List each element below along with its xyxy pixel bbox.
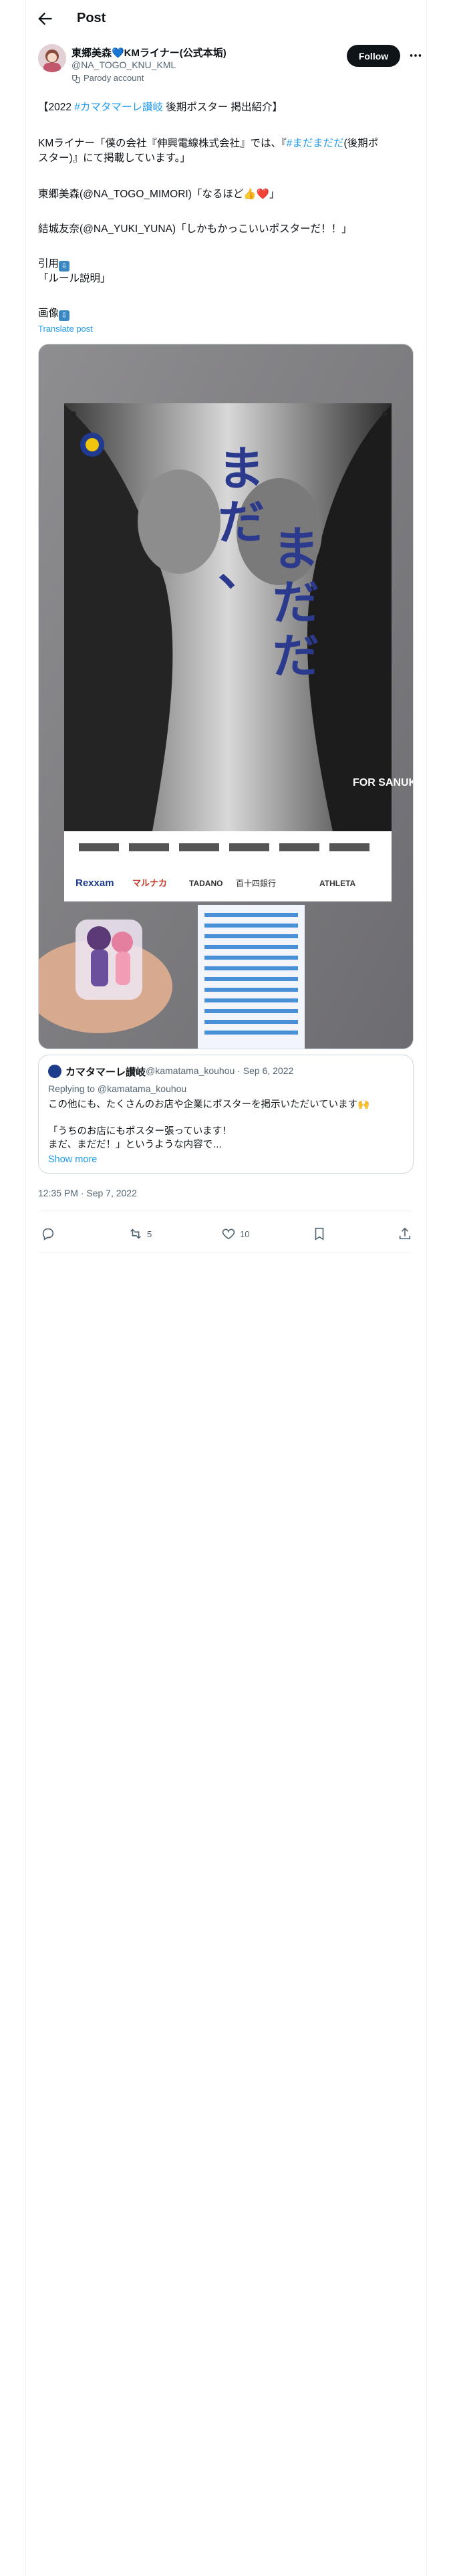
parody-badge: Parody account [71,73,144,84]
sponsor-strip [64,831,392,901]
theater-masks-icon [72,74,80,83]
divider-top [38,1210,412,1211]
reply-icon [42,1228,54,1241]
line1-prefix: 【2022 [38,102,75,113]
quoted-handle[interactable]: @kamatama_kouhou [146,1065,235,1076]
translate-post-link[interactable]: Translate post [38,324,93,334]
line2-prefix: KMライナー「僕の会社『伸興電線株式会社』では、『 [38,138,287,149]
poster-photo: まだ、 まだだ FOR SANUKI Rexxam マルナカ TADANO 百十… [39,344,413,1049]
poster-vertical-label: FOR SANUKI [353,777,413,788]
parody-label: Parody account [84,73,144,83]
quoted-post[interactable]: カマタマーレ讃岐 @kamatama_kouhou · Sep 6, 2022 … [38,1055,414,1174]
action-bar: 5 10 [26,1218,426,1251]
post-line-6: 引用 ⇩ [38,257,412,272]
quoted-date: Sep 6, 2022 [243,1065,294,1076]
post-line-4: 東郷美森(@NA_TOGO_MIMORI)「なるほど👍❤️」 [38,189,280,200]
post-line-3: スター)』にて掲載しています。」 [38,152,190,164]
share-icon [399,1227,411,1240]
bookmark-button[interactable] [312,1226,327,1241]
svg-text:ATHLETA: ATHLETA [319,879,356,888]
author-name[interactable]: 東郷美森💙KMライナー(公式本垢) [71,45,227,60]
more-options-icon[interactable] [408,48,423,63]
page-title: Post [77,11,106,25]
image-label: 画像 [38,308,59,319]
divider-bottom [38,1252,412,1253]
show-more-link[interactable]: Show more [48,1154,97,1165]
replying-to: Replying to @kamatama_kouhou [48,1083,187,1094]
author-handle[interactable]: @NA_TOGO_KNU_KML [71,60,176,70]
svg-text:Rexxam: Rexxam [76,877,114,889]
like-button[interactable]: 10 [221,1226,249,1241]
back-arrow-icon[interactable] [35,9,54,28]
quote-label: 引用 [38,258,59,270]
repost-count: 5 [147,1228,152,1239]
line2-suffix: (後期ポ [343,138,379,149]
repost-icon [130,1228,141,1239]
hashtag-link-2[interactable]: #まだまだだ [287,138,344,149]
quoted-avatar[interactable] [48,1065,61,1078]
quoted-line-1: この他にも、たくさんのお店や企業にポスターを掲示いただいています🙌 [48,1099,370,1110]
like-count: 10 [240,1228,250,1239]
post-line-5: 結城友奈(@NA_YUKI_YUNA)「しかもかっこいいポスターだ！！」 [38,223,352,235]
post-line-2: KMライナー「僕の会社『伸興電線株式会社』では、『#まだまだだ(後期ポ [38,136,412,151]
avatar[interactable] [38,44,66,72]
quoted-line-3: まだ、まだだ！」というような内容で… [48,1140,222,1150]
down-arrow-emoji-icon-2: ⇩ [59,310,70,321]
post-timestamp[interactable]: 12:35 PM · Sep 7, 2022 [38,1188,137,1198]
avatar-image [38,44,66,72]
top-bar: Post [26,0,426,37]
follow-button[interactable]: Follow [347,45,400,67]
share-button[interactable] [398,1226,412,1241]
svg-text:マルナカ: マルナカ [132,878,167,888]
quoted-meta: @kamatama_kouhou · Sep 6, 2022 [146,1065,294,1076]
post-line-1: 【2022 #カマタマーレ讃岐 後期ポスター 掲出紹介】 [38,100,412,115]
post-line-7: 「ルール説明」 [38,273,111,284]
post-image[interactable]: まだ、 まだだ FOR SANUKI Rexxam マルナカ TADANO 百十… [38,344,414,1049]
down-arrow-emoji-icon: ⇩ [59,261,70,272]
quoted-author-name[interactable]: カマタマーレ讃岐 [65,1065,146,1079]
repost-button[interactable]: 5 [128,1226,152,1241]
svg-text:百十四銀行: 百十四銀行 [236,879,276,888]
svg-text:TADANO: TADANO [189,879,222,888]
heart-icon [222,1228,235,1240]
hashtag-link[interactable]: #カマタマーレ讃岐 [74,102,163,113]
line1-suffix: 後期ポスター 掲出紹介】 [162,102,283,113]
post-column: Post 東郷美森💙KMライナー(公式本垢) @NA_TOGO_KNU_KML … [25,0,427,2576]
quoted-line-2: 「うちのお店にもポスター張っています！ [48,1126,232,1137]
bookmark-icon [315,1227,324,1241]
reply-button[interactable] [41,1226,59,1241]
post-line-8: 画像 ⇩ [38,306,412,321]
